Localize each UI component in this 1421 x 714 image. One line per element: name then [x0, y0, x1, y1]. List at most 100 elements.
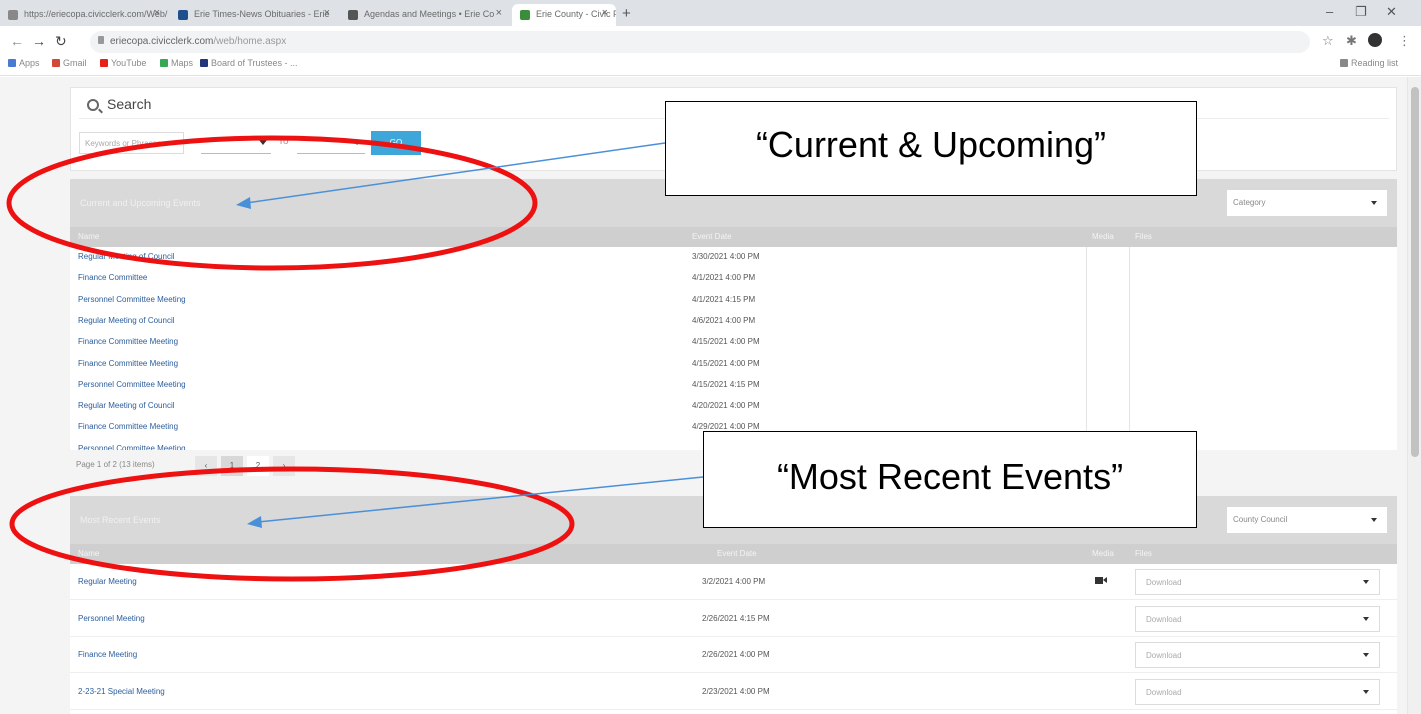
extensions-icon[interactable]: ✱ — [1346, 33, 1357, 49]
bookmark-maps[interactable]: Maps — [160, 58, 193, 68]
section-title: Current and Upcoming Events — [80, 198, 201, 208]
event-date: 4/1/2021 4:00 PM — [692, 273, 756, 283]
scrollbar-thumb[interactable] — [1411, 87, 1419, 457]
event-date: 4/1/2021 4:15 PM — [692, 294, 756, 304]
callout-most-recent-events: “Most Recent Events” — [703, 431, 1197, 528]
page-favicon-icon — [348, 10, 358, 20]
page-favicon-icon — [178, 10, 188, 20]
page-favicon-icon — [8, 10, 18, 20]
chevron-down-icon — [1371, 201, 1377, 205]
event-name-link[interactable]: Finance Committee Meeting — [78, 422, 178, 431]
event-name-link[interactable]: Regular Meeting of Council — [78, 252, 175, 261]
column-header-row: Name Event Date Media Files — [70, 544, 1397, 564]
start-date-select[interactable] — [201, 132, 271, 154]
close-icon[interactable]: × — [602, 7, 608, 19]
close-icon[interactable]: × — [324, 7, 330, 19]
scrollbar[interactable] — [1407, 77, 1421, 714]
event-name-link[interactable]: Personnel Committee Meeting — [78, 380, 186, 389]
go-button[interactable]: GO — [371, 131, 421, 155]
column-header-date[interactable]: Event Date — [717, 549, 757, 558]
event-name-link[interactable]: Finance Committee Meeting — [78, 337, 178, 346]
upcoming-events-section: Current and Upcoming Events Category Nam… — [70, 179, 1397, 453]
tab-label: Agendas and Meetings • Erie Co — [364, 9, 495, 19]
bookmarks-bar: Apps Gmail YouTube Maps Board of Trustee… — [0, 54, 1421, 76]
page-2-button[interactable]: 2 — [247, 456, 269, 476]
page-1-button[interactable]: 1 — [221, 456, 243, 476]
minimize-button[interactable]: – — [1326, 4, 1333, 19]
event-date: 4/15/2021 4:00 PM — [692, 358, 760, 368]
event-name-link[interactable]: 2-23-21 Special Meeting — [78, 687, 165, 696]
bookmark-board-of-trustees[interactable]: Board of Trustees - ... — [200, 58, 298, 68]
table-row: Finance Committee Meeting 4/15/2021 4:00 … — [70, 332, 1397, 353]
forward-arrow-icon[interactable]: → — [32, 33, 46, 49]
close-icon[interactable]: × — [154, 7, 160, 19]
gmail-icon — [52, 59, 60, 67]
close-window-button[interactable]: ✕ — [1386, 4, 1397, 20]
reload-icon[interactable]: ↻ — [55, 33, 67, 50]
column-header-name[interactable]: Name — [78, 232, 99, 241]
column-header-media: Media — [1092, 232, 1114, 241]
column-header-media: Media — [1092, 549, 1114, 558]
table-row: Regular Meeting of Council 4/20/2021 4:00… — [70, 396, 1397, 417]
browser-tab-3[interactable]: Agendas and Meetings • Erie Co × — [340, 4, 510, 26]
recent-events-section: Most Recent Events County Council Name E… — [70, 496, 1397, 714]
chevron-down-icon — [1363, 689, 1369, 694]
bookmark-apps[interactable]: Apps — [8, 58, 40, 68]
column-header-date[interactable]: Event Date — [692, 232, 732, 241]
table-row: Regular Meeting of Council 4/6/2021 4:00 … — [70, 311, 1397, 332]
youtube-icon — [100, 59, 108, 67]
table-row: 2-23-21 Special Meeting 2/23/2021 4:00 PM… — [70, 674, 1397, 710]
search-title: Search — [107, 96, 152, 112]
event-name-link[interactable]: Finance Committee — [78, 273, 147, 282]
keyword-search-input[interactable]: Keywords or Phrases — [79, 132, 184, 154]
download-select[interactable]: Download — [1135, 605, 1380, 632]
table-row: Personnel Meeting 2/26/2021 4:15 PM Downlo… — [70, 601, 1397, 637]
column-header-files: Files — [1135, 549, 1152, 558]
bookmark-youtube[interactable]: YouTube — [100, 58, 146, 68]
browser-tab-4-active[interactable]: Erie County - Civic Plus × — [512, 4, 616, 26]
category-select[interactable]: Category — [1227, 190, 1387, 216]
new-tab-button[interactable]: + — [622, 5, 631, 22]
column-header-name[interactable]: Name — [78, 549, 99, 558]
reading-list-button[interactable]: Reading list — [1340, 58, 1398, 68]
event-date: 2/23/2021 4:00 PM — [702, 686, 770, 696]
event-date: 3/30/2021 4:00 PM — [692, 252, 760, 261]
browser-menu-icon[interactable]: ⋮ — [1398, 33, 1411, 49]
maximize-button[interactable]: ❐ — [1355, 4, 1367, 20]
lock-icon — [98, 36, 104, 44]
tab-label: https://eriecopa.civicclerk.com/Web/ — [24, 9, 168, 19]
callout-current-upcoming: “Current & Upcoming” — [665, 101, 1197, 196]
next-page-button[interactable]: › — [273, 456, 295, 476]
profile-avatar[interactable] — [1368, 33, 1382, 47]
pagination-info: Page 1 of 2 (13 items) — [76, 460, 155, 469]
end-date-select[interactable] — [297, 132, 365, 154]
event-name-link[interactable]: Finance Meeting — [78, 650, 137, 659]
event-name-link[interactable]: Finance Committee Meeting — [78, 359, 178, 368]
previous-page-button[interactable]: ‹ — [195, 456, 217, 476]
event-date: 4/20/2021 4:00 PM — [692, 401, 760, 411]
event-name-link[interactable]: Personnel Committee Meeting — [78, 295, 186, 304]
event-name-link[interactable]: Regular Meeting of Council — [78, 401, 175, 410]
event-date: 4/15/2021 4:15 PM — [692, 379, 760, 389]
browser-tab-2[interactable]: Erie Times-News Obituaries - Erie × — [170, 4, 338, 26]
download-select[interactable]: Download — [1135, 642, 1380, 668]
url-text: eriecopa.civicclerk.com/web/home.aspx — [110, 36, 287, 47]
column-header-row: Name Event Date Media Files — [70, 227, 1397, 247]
event-name-link[interactable]: Regular Meeting — [78, 577, 137, 586]
event-name-link[interactable]: Personnel Meeting — [78, 614, 145, 623]
back-arrow-icon[interactable]: ← — [10, 33, 24, 49]
video-camera-icon[interactable] — [1095, 577, 1107, 584]
chevron-down-icon — [353, 140, 361, 145]
address-bar[interactable]: eriecopa.civicclerk.com/web/home.aspx — [90, 31, 1310, 53]
bookmark-gmail[interactable]: Gmail — [52, 58, 87, 68]
browser-tab-1[interactable]: https://eriecopa.civicclerk.com/Web/ × — [0, 4, 168, 26]
event-date: 2/26/2021 4:15 PM — [702, 613, 770, 623]
bookmark-star-icon[interactable]: ☆ — [1322, 33, 1334, 49]
download-select[interactable]: Download — [1135, 569, 1380, 595]
table-row: Regular Meeting 3/2/2021 4:00 PM Download — [70, 564, 1397, 600]
close-icon[interactable]: × — [496, 7, 502, 19]
event-name-link[interactable]: Regular Meeting of Council — [78, 316, 175, 325]
chevron-down-icon — [259, 140, 267, 145]
download-select[interactable]: Download — [1135, 678, 1380, 705]
county-council-select[interactable]: County Council — [1227, 507, 1387, 533]
